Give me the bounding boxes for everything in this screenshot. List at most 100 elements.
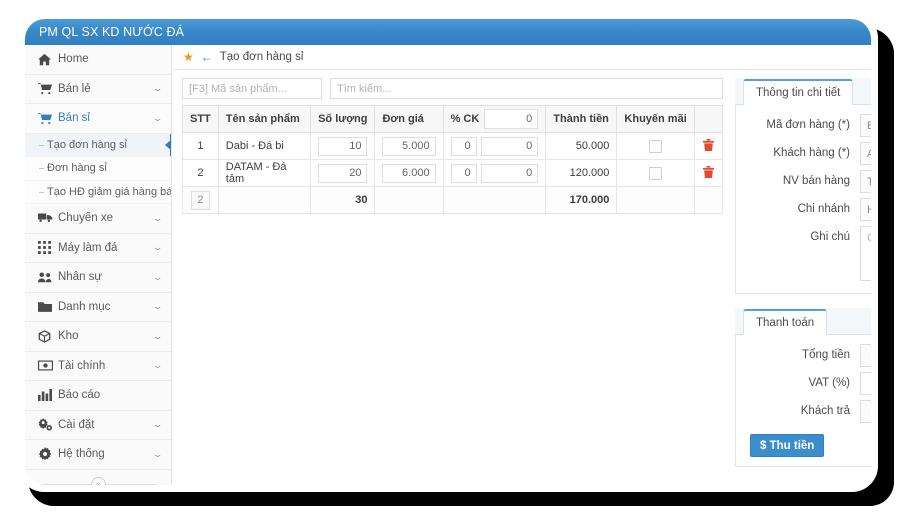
money-icon — [38, 360, 58, 371]
global-discount-input[interactable] — [484, 109, 539, 129]
discount-amount-input[interactable] — [480, 163, 539, 183]
sidebar-item-ban-si[interactable]: Bán sỉ ⌄ — [25, 104, 171, 134]
sidebar-item-don-hang-si[interactable]: Đơn hàng sỉ — [25, 157, 171, 181]
box-icon — [38, 329, 58, 343]
table-footer-row: 2 30 170.000 — [182, 186, 724, 214]
delete-row-icon[interactable] — [702, 138, 714, 154]
sidebar[interactable]: Home Bán lẻ ⌄ Bán sỉ ⌄ Tạo đơn hàng sỉ Đ… — [25, 45, 172, 485]
tab-thong-tin-chi-tiet[interactable]: Thông tin chi tiết — [743, 79, 854, 105]
sidebar-label: Báo cáo — [58, 389, 101, 402]
field-row-ma-don-hang: Mã đơn hàng (*) — [736, 114, 871, 139]
col-line-total: Thành tiền — [545, 105, 618, 133]
work-area: STT Tên sản phẩm Số lượng Đơn giá % CK — [173, 71, 871, 485]
footer-row-count: 2 — [182, 186, 219, 214]
chevron-down-icon: ⌄ — [152, 330, 164, 341]
field-row-ghi-chu: Ghi chú — [736, 226, 871, 281]
window-frame: PM QL SX KD NƯỚC ĐÁ Home Bán lẻ ⌄ Bán sỉ… — [18, 12, 878, 492]
sidebar-item-tai-chinh[interactable]: Tài chính ⌄ — [25, 351, 171, 381]
sidebar-label: Máy làm đá — [58, 241, 118, 254]
app-title: PM QL SX KD NƯỚC ĐÁ — [39, 25, 185, 39]
sidebar-item-kho[interactable]: Kho ⌄ — [25, 322, 171, 352]
field-label: Khách trả — [800, 405, 850, 417]
sidebar-item-may-lam-da[interactable]: Máy làm đá ⌄ — [25, 233, 171, 263]
cell-unit-price — [374, 159, 444, 187]
delete-row-icon[interactable] — [702, 165, 714, 181]
cell-unit-price — [374, 132, 444, 160]
sidebar-label: Hệ thống — [58, 448, 105, 461]
collapse-sidebar-button[interactable]: « — [90, 476, 106, 485]
cart-icon — [38, 82, 58, 95]
footer-blank-ck — [442, 186, 547, 214]
salesperson-input[interactable] — [860, 170, 871, 193]
footer-blank-price — [374, 186, 444, 214]
tab-thanh-toan[interactable]: Thanh toán — [743, 309, 828, 335]
vat-input[interactable] — [860, 372, 871, 395]
truck-icon — [38, 212, 58, 224]
field-row-khach-hang: Khách hàng (*) — [736, 142, 871, 167]
cell-delete — [693, 132, 724, 160]
cell-line-total: 50.000 — [545, 132, 618, 160]
discount-percent-input[interactable] — [450, 136, 477, 156]
discount-amount-input[interactable] — [480, 136, 539, 156]
search-input[interactable] — [330, 78, 723, 99]
sidebar-label: Kho — [58, 330, 79, 343]
sidebar-item-tao-don-hang-si[interactable]: Tạo đơn hàng sỉ — [25, 133, 171, 157]
field-label: Chi nhánh — [797, 203, 850, 215]
order-lines-table: STT Tên sản phẩm Số lượng Đơn giá % CK 0… — [182, 105, 724, 214]
product-code-input[interactable] — [182, 78, 322, 99]
customer-input[interactable] — [860, 142, 871, 165]
note-textarea[interactable] — [860, 226, 871, 281]
side-panels-column: Thông tin chi tiết Mã đơn hàng (*) Khách… — [723, 71, 871, 485]
chevron-down-icon: ⌄ — [152, 112, 164, 123]
detail-panel-tabs: Thông tin chi tiết — [735, 78, 871, 105]
sidebar-collapse-row: « — [25, 470, 171, 485]
sidebar-item-cai-dat[interactable]: Cài đặt ⌄ — [25, 410, 171, 440]
page-title: Tạo đơn hàng sỉ — [219, 51, 304, 63]
detail-panel-body: Mã đơn hàng (*) Khách hàng (*) NV bán hà… — [735, 105, 871, 294]
field-row-nv-ban-hang: NV bán hàng — [736, 170, 871, 195]
sidebar-item-nhan-su[interactable]: Nhân sự ⌄ — [25, 263, 171, 293]
chevron-down-icon: ⌄ — [152, 419, 164, 430]
collect-payment-button[interactable]: $ Thu tiền — [750, 434, 825, 457]
home-icon — [38, 53, 58, 66]
discount-percent-input[interactable] — [450, 163, 477, 183]
sidebar-item-he-thong[interactable]: Hệ thống ⌄ — [25, 440, 171, 470]
star-icon[interactable]: ★ — [183, 50, 194, 64]
back-arrow-icon[interactable]: ← — [201, 50, 213, 64]
promotion-checkbox[interactable] — [649, 139, 663, 153]
sidebar-item-tao-hd-giam-gia[interactable]: Tạo HĐ giảm giá hàng bán — [25, 181, 171, 204]
sidebar-label: Tài chính — [58, 359, 106, 372]
grid-icon — [38, 241, 58, 255]
gears-icon — [38, 418, 58, 431]
unit-price-input[interactable] — [382, 163, 436, 183]
gear-icon — [38, 447, 58, 461]
chevron-down-icon: ⌄ — [152, 242, 164, 253]
order-code-input[interactable] — [860, 114, 871, 137]
unit-price-input[interactable] — [382, 136, 436, 156]
sidebar-label: Home — [58, 53, 89, 66]
sidebar-sub-label: Đơn hàng sỉ — [47, 162, 107, 175]
application-window: PM QL SX KD NƯỚC ĐÁ Home Bán lẻ ⌄ Bán sỉ… — [25, 19, 871, 485]
sidebar-label: Chuyến xe — [58, 212, 113, 225]
chevron-down-icon: ⌄ — [152, 360, 164, 371]
quantity-input[interactable] — [318, 163, 368, 183]
sidebar-item-bao-cao[interactable]: Báo cáo — [25, 381, 171, 411]
sidebar-item-danh-muc[interactable]: Danh mục ⌄ — [25, 292, 171, 322]
cell-discount — [442, 132, 547, 160]
sidebar-item-home[interactable]: Home — [25, 45, 171, 75]
field-label: VAT (%) — [808, 377, 850, 389]
branch-input[interactable] — [860, 198, 871, 221]
footer-blank-del — [693, 186, 724, 214]
promotion-checkbox[interactable] — [649, 166, 663, 180]
total-amount-input[interactable] — [860, 344, 871, 367]
field-label: Ghi chú — [810, 231, 850, 243]
quantity-input[interactable] — [318, 136, 368, 156]
sidebar-item-ban-le[interactable]: Bán lẻ ⌄ — [25, 74, 171, 104]
col-discount: % CK — [442, 105, 547, 133]
cell-product-name: DATAM - Đá tảm — [217, 159, 312, 187]
field-row-khach-tra: Khách trả — [736, 400, 871, 425]
customer-paid-input[interactable] — [860, 400, 871, 423]
field-row-vat: VAT (%) — [736, 372, 871, 397]
sidebar-item-chuyen-xe[interactable]: Chuyến xe ⌄ — [25, 204, 171, 234]
col-discount-label: % CK — [450, 113, 480, 125]
